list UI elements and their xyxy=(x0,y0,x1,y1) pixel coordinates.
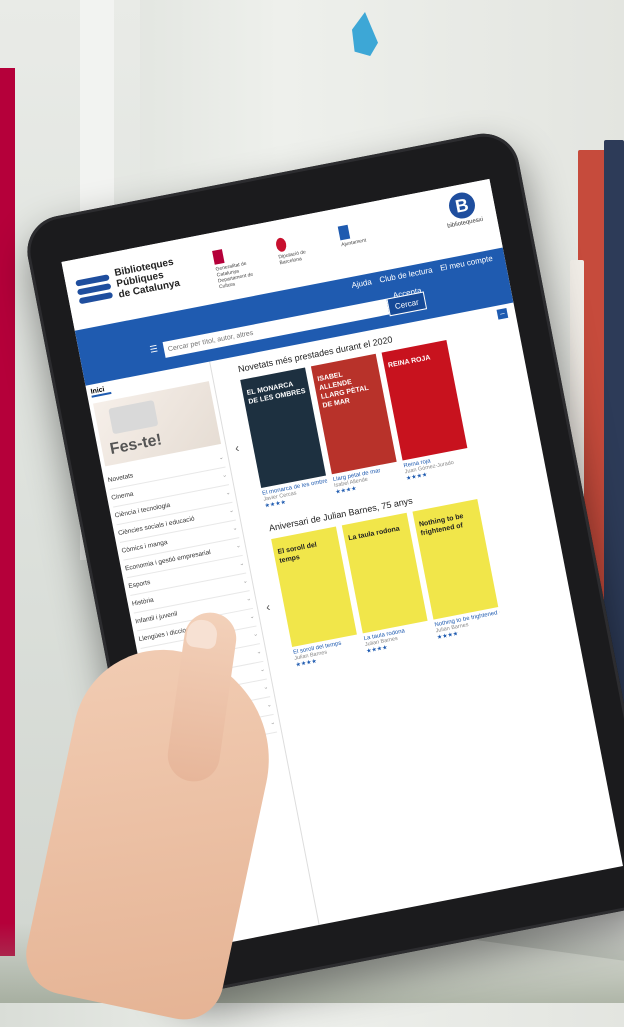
chevron-down-icon[interactable]: ⌄ xyxy=(231,520,239,538)
cover-text: ISABEL ALLENDE LLARG PÈTAL DE MAR xyxy=(316,371,370,410)
chevron-down-icon[interactable]: ⌄ xyxy=(248,609,256,627)
book-cover[interactable]: EL MONARCA DE LES OMBRES xyxy=(240,367,326,489)
help-link[interactable]: Ajuda xyxy=(351,277,373,290)
cover-text: Nothing to be frightened of xyxy=(418,513,465,538)
bx-logo[interactable]: Bbibliotequesxi xyxy=(441,189,484,230)
chevron-down-icon[interactable]: ⌄ xyxy=(252,626,260,644)
partner-logo: Generalitat de Catalunya Departament de … xyxy=(212,242,269,290)
cover-text: REINA ROJA xyxy=(387,354,432,370)
carousel-prev-icon[interactable]: ‹ xyxy=(265,598,279,615)
library-name[interactable]: Biblioteques Públiques de Catalunya xyxy=(114,256,181,301)
cover-text: EL MONARCA DE LES OMBRES xyxy=(246,381,307,406)
chevron-down-icon[interactable]: ⌄ xyxy=(262,679,270,697)
book-cover[interactable]: REINA ROJA xyxy=(381,339,468,461)
book-cover[interactable]: La taula rodona xyxy=(341,512,428,634)
cover-text: El soroll del temps xyxy=(277,541,318,565)
chevron-down-icon[interactable]: ⌄ xyxy=(258,662,266,680)
library-card-image xyxy=(108,399,159,435)
chevron-down-icon[interactable]: ⌄ xyxy=(245,591,253,609)
promo-text: Fes-te! xyxy=(108,431,164,459)
partner-logo: Diputació de Barcelona xyxy=(274,229,332,278)
chevron-down-icon[interactable]: ⌄ xyxy=(265,697,273,715)
library-logo-icon[interactable] xyxy=(75,271,115,311)
red-side-panel xyxy=(0,68,15,956)
carousel-prev-icon[interactable]: ‹ xyxy=(234,439,248,456)
chevron-down-icon[interactable]: ⌄ xyxy=(238,556,246,574)
chevron-down-icon[interactable]: ⌄ xyxy=(234,538,242,556)
book-cover[interactable]: El soroll del temps xyxy=(271,526,357,648)
hanging-tag xyxy=(352,12,378,56)
book-cover[interactable]: ISABEL ALLENDE LLARG PÈTAL DE MAR xyxy=(310,353,397,475)
chevron-down-icon[interactable]: ⌄ xyxy=(241,573,249,591)
chevron-down-icon[interactable]: ⌄ xyxy=(228,503,236,521)
grid-menu-icon[interactable]: ☰ xyxy=(149,343,161,354)
partner-logo: Ajuntament xyxy=(337,217,395,266)
chevron-down-icon[interactable]: ⌄ xyxy=(221,467,229,485)
chevron-down-icon[interactable]: ⌄ xyxy=(255,644,263,662)
chevron-down-icon[interactable]: ⌄ xyxy=(269,715,277,733)
sidebar-title[interactable]: Inici xyxy=(90,385,112,398)
book-cover[interactable]: Nothing to be frightened of xyxy=(412,499,499,620)
cover-text: La taula rodona xyxy=(347,525,401,543)
collapse-icon[interactable]: – xyxy=(496,307,509,320)
book-carousel: ‹ El soroll del temps El soroll del temps J… xyxy=(253,487,566,672)
chevron-down-icon[interactable]: ⌄ xyxy=(224,485,232,503)
chevron-down-icon[interactable]: ⌄ xyxy=(217,450,225,468)
